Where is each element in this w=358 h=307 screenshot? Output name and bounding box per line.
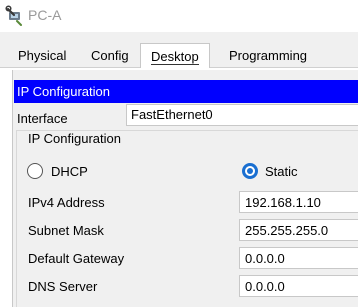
default-gateway-label: Default Gateway [28,251,125,266]
subnet-mask-input[interactable] [239,219,358,241]
window-title: PC-A [28,7,62,23]
interface-label: Interface [17,111,68,126]
tab-desktop[interactable]: Desktop [140,43,210,69]
ipv4-address-input[interactable] [239,191,358,213]
tab-config[interactable]: Config [87,43,133,68]
group-title: IP Configuration [26,131,123,146]
desktop-content: IP Configuration Interface FastEthernet0… [0,68,358,307]
tab-physical[interactable]: Physical [14,43,70,68]
static-label[interactable]: Static [265,164,298,179]
dhcp-radio[interactable] [27,163,43,179]
subnet-mask-label: Subnet Mask [28,223,104,238]
static-radio[interactable] [242,163,258,179]
ipv4-address-label: IPv4 Address [28,195,105,210]
default-gateway-input[interactable] [239,247,358,269]
pc-wrench-icon [5,5,22,26]
tab-bar: Physical Config Desktop Programming [0,32,358,69]
dns-server-input[interactable] [239,275,358,297]
dns-server-label: DNS Server [28,279,98,294]
tab-programming[interactable]: Programming [225,43,311,68]
dhcp-label[interactable]: DHCP [51,164,88,179]
ip-config-header: IP Configuration [14,80,358,103]
window-titlebar: PC-A [0,0,358,32]
interface-select[interactable]: FastEthernet0 [126,104,358,126]
